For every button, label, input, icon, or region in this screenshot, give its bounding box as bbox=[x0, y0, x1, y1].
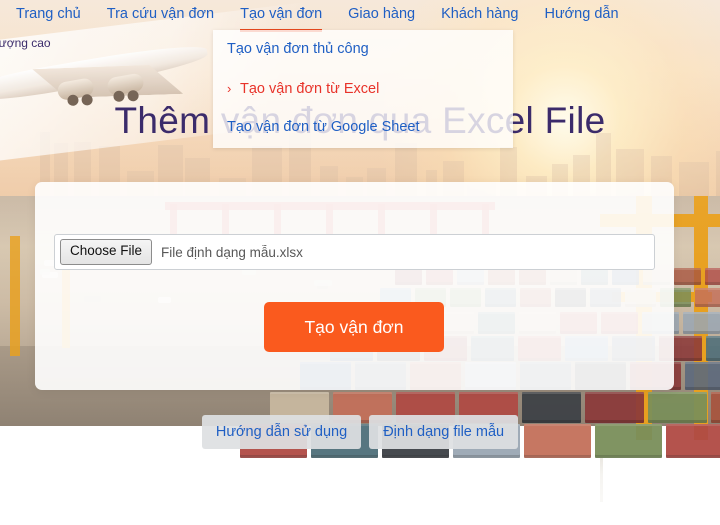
help-button-group[interactable]: Hướng dẫn sử dụng Định dạng file mẫu bbox=[0, 415, 720, 449]
nav-item-label: Khách hàng bbox=[441, 6, 519, 22]
main-navigation[interactable]: Trang chủ Tra cứu vận đơn Tạo vận đơn Giao … bbox=[0, 0, 720, 32]
hero-left-label: lượng cao bbox=[0, 36, 51, 50]
bottom-fade bbox=[0, 455, 720, 525]
nav-item-3[interactable]: Giao hàng bbox=[348, 0, 415, 28]
dropdown-item-2[interactable]: Tạo vận đơn từ Google Sheet bbox=[213, 108, 513, 147]
app-screen: Trang chủ Tra cứu vận đơn Tạo vận đơn Giao … bbox=[0, 0, 720, 525]
chevron-right-icon: › bbox=[227, 81, 232, 96]
help-button-0[interactable]: Hướng dẫn sử dụng bbox=[201, 415, 362, 449]
selected-file-name: File định dạng mẫu.xlsx bbox=[161, 244, 303, 260]
choose-file-button[interactable]: Choose File bbox=[60, 239, 153, 265]
file-input-row[interactable]: Choose File File định dạng mẫu.xlsx bbox=[54, 234, 655, 270]
nav-item-1[interactable]: Tra cứu vận đơn bbox=[107, 0, 214, 28]
dropdown-item-label: Tạo vận đơn thủ công bbox=[227, 41, 369, 57]
dropdown-item-0[interactable]: Tạo vận đơn thủ công bbox=[213, 30, 513, 69]
nav-item-label: Trang chủ bbox=[16, 6, 81, 22]
dropdown-item-label: Tạo vận đơn từ Google Sheet bbox=[227, 119, 420, 135]
create-order-dropdown-menu[interactable]: Tạo vận đơn thủ công › Tạo vận đơn từ Exce… bbox=[213, 30, 513, 148]
nav-item-label: Hướng dẫn bbox=[544, 6, 619, 22]
create-order-submit-button[interactable]: Tạo vận đơn bbox=[264, 302, 444, 352]
nav-item-label: Giao hàng bbox=[348, 6, 416, 22]
dropdown-item-label: Tạo vận đơn từ Excel bbox=[240, 81, 380, 97]
help-button-1[interactable]: Định dạng file mẫu bbox=[369, 415, 519, 449]
nav-item-label: Tạo vận đơn bbox=[240, 6, 323, 22]
dropdown-item-1[interactable]: › Tạo vận đơn từ Excel bbox=[213, 69, 513, 108]
nav-item-4[interactable]: Khách hàng bbox=[441, 0, 518, 28]
upload-card: Choose File File định dạng mẫu.xlsx Tạo … bbox=[35, 182, 674, 390]
nav-item-label: Tra cứu vận đơn bbox=[106, 6, 215, 22]
nav-item-0[interactable]: Trang chủ bbox=[16, 0, 81, 28]
nav-item-5[interactable]: Hướng dẫn bbox=[544, 0, 618, 28]
nav-item-2[interactable]: Tạo vận đơn bbox=[240, 0, 323, 32]
